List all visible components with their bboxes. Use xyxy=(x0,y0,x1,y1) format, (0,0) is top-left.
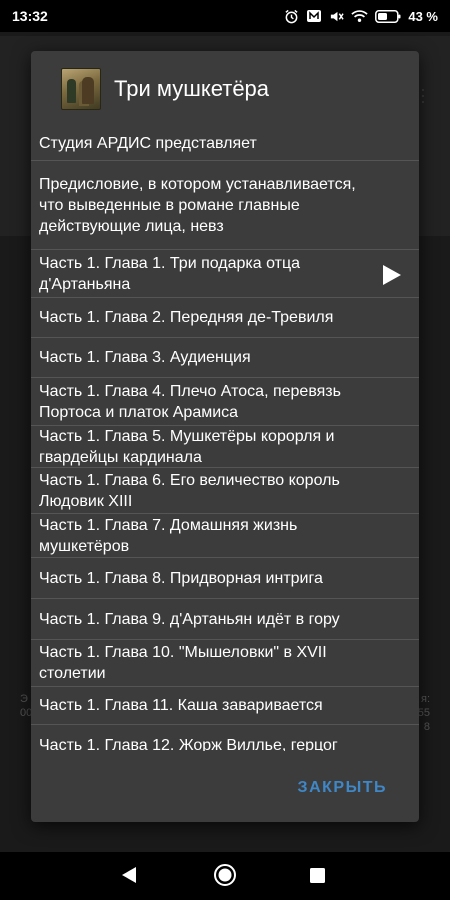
chapters-dialog: Три мушкетёра Студия АРДИС представляет … xyxy=(31,51,419,822)
book-cover-icon xyxy=(61,68,101,110)
navigation-bar xyxy=(0,852,450,900)
chapter-item[interactable]: Часть 1. Глава 11. Каша заваривается xyxy=(31,687,419,725)
status-icons: 43 % xyxy=(284,9,438,24)
back-icon[interactable] xyxy=(121,866,137,884)
close-button[interactable]: ЗАКРЫТЬ xyxy=(294,773,391,803)
dialog-title: Три мушкетёра xyxy=(114,76,270,101)
chapter-item[interactable]: Студия АРДИС представляет xyxy=(31,127,419,161)
dialog-header: Три мушкетёра xyxy=(31,51,419,127)
chapter-label: Часть 1. Глава 4. Плечо Атоса, перевязь … xyxy=(39,382,341,421)
chapter-item[interactable]: Часть 1. Глава 7. Домашняя жизнь мушкетё… xyxy=(31,514,419,558)
status-bar: 13:32 43 % xyxy=(0,0,450,32)
chapter-item[interactable]: Предисловие, в котором устанавливается, … xyxy=(31,161,419,250)
chapter-item[interactable]: Часть 1. Глава 2. Передняя де-Тревиля xyxy=(31,298,419,338)
chapter-label: Часть 1. Глава 3. Аудиенция xyxy=(39,349,251,366)
play-icon[interactable] xyxy=(382,264,402,286)
chapter-item[interactable]: Часть 1. Глава 4. Плечо Атоса, перевязь … xyxy=(31,378,419,426)
screen: 13:32 43 % · · · Э 00 я: 55 8 Три мушкет… xyxy=(0,0,450,900)
chapter-label: Часть 1. Глава 8. Придворная интрига xyxy=(39,569,323,587)
battery-icon xyxy=(375,9,401,23)
battery-percent: 43 % xyxy=(408,8,438,24)
chapter-label: Часть 1. Глава 12. Жорж Вилльe, герцог xyxy=(39,736,338,752)
status-time: 13:32 xyxy=(12,8,48,24)
chapter-label: Часть 1. Глава 10. "Мышеловки" в XVII ст… xyxy=(39,644,327,682)
chapter-item[interactable]: Часть 1. Глава 10. "Мышеловки" в XVII ст… xyxy=(31,640,419,687)
alarm-icon xyxy=(285,9,298,23)
chapter-label: Часть 1. Глава 11. Каша заваривается xyxy=(39,697,323,714)
chapter-label: Часть 1. Глава 1. Три подарка отца д'Арт… xyxy=(39,254,301,293)
recent-apps-icon[interactable] xyxy=(310,868,325,883)
chapter-item[interactable]: Часть 1. Глава 8. Придворная интрига xyxy=(31,558,419,599)
chapter-label: Предисловие, в котором устанавливается, … xyxy=(39,175,356,235)
chapter-item[interactable]: Часть 1. Глава 9. д'Артаньян идёт в гору xyxy=(31,599,419,640)
chapter-label: Часть 1. Глава 6. Его величество король … xyxy=(39,471,340,510)
chapter-list[interactable]: Студия АРДИС представляет Предисловие, в… xyxy=(31,127,419,751)
chapter-label: Часть 1. Глава 5. Мушкетёры корорля и гв… xyxy=(39,427,335,466)
home-icon[interactable] xyxy=(213,863,237,887)
wifi-icon xyxy=(351,10,369,22)
chapter-label: Часть 1. Глава 9. д'Артаньян идёт в гору xyxy=(39,610,340,628)
chapter-label: Часть 1. Глава 7. Домашняя жизнь мушкетё… xyxy=(39,516,298,555)
mute-icon xyxy=(331,11,345,21)
background-text-right: я: 55 8 xyxy=(417,693,430,733)
chapter-label: Часть 1. Глава 2. Передняя де-Тревиля xyxy=(39,309,334,326)
chapter-label: Студия АРДИС представляет xyxy=(39,135,257,152)
chapter-item[interactable]: Часть 1. Глава 12. Жорж Вилльe, герцог xyxy=(31,725,419,752)
background-menu-icon: · · · xyxy=(420,79,426,111)
chapter-item-playing[interactable]: Часть 1. Глава 1. Три подарка отца д'Арт… xyxy=(31,250,419,298)
chapter-item[interactable]: Часть 1. Глава 3. Аудиенция xyxy=(31,338,419,378)
chapter-item[interactable]: Часть 1. Глава 6. Его величество король … xyxy=(31,468,419,514)
message-icon xyxy=(307,10,322,22)
chapter-item[interactable]: Часть 1. Глава 5. Мушкетёры корорля и гв… xyxy=(31,426,419,468)
